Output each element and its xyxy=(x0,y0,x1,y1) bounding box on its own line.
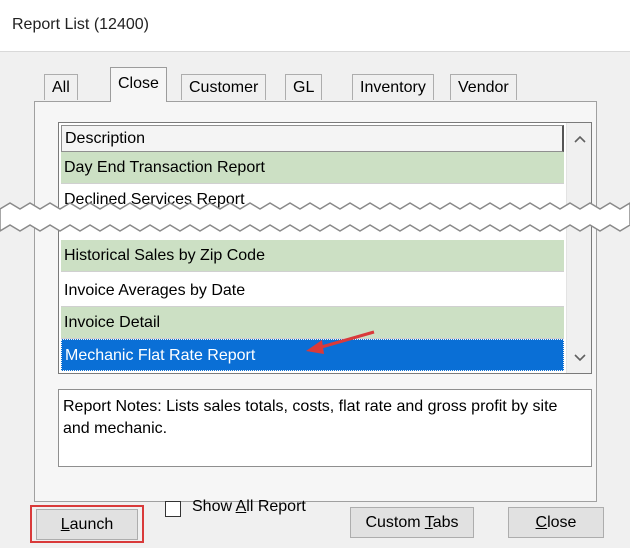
tab-gl[interactable]: GL xyxy=(285,74,323,100)
list-item[interactable]: Invoice Averages by Date xyxy=(61,275,564,307)
title-bar: Report List (12400) xyxy=(0,0,630,52)
launch-label: aunch xyxy=(69,516,114,533)
tab-close[interactable]: Close xyxy=(110,67,167,102)
torn-edge-divider xyxy=(0,202,630,232)
tab-inventory[interactable]: Inventory xyxy=(352,74,434,100)
close-label: lose xyxy=(547,514,577,531)
show-all-pre: Show xyxy=(192,498,236,515)
show-all-report-label[interactable]: Show All Report xyxy=(192,498,306,516)
annotation-arrow-icon xyxy=(306,330,375,354)
tab-vendor[interactable]: Vendor xyxy=(450,74,517,100)
show-all-accesskey: A xyxy=(235,498,247,515)
custom-tabs-pre: Custom xyxy=(365,514,425,531)
tab-all[interactable]: All xyxy=(44,74,78,100)
list-scrollbar[interactable] xyxy=(566,123,591,373)
custom-tabs-post: abs xyxy=(432,514,459,531)
report-notes: Report Notes: Lists sales totals, costs,… xyxy=(58,389,592,467)
custom-tabs-button[interactable]: Custom Tabs xyxy=(350,507,474,538)
list-item[interactable]: Historical Sales by Zip Code xyxy=(61,240,564,272)
tab-customer[interactable]: Customer xyxy=(181,74,267,100)
close-accesskey: C xyxy=(535,514,548,531)
custom-tabs-accesskey: T xyxy=(424,514,433,531)
report-list-window: Report List (12400) All Close Customer G… xyxy=(0,0,630,548)
description-column-header[interactable]: Description xyxy=(61,125,564,152)
launch-accesskey: L xyxy=(60,516,70,533)
scroll-up-icon[interactable] xyxy=(567,127,591,151)
launch-button[interactable]: Launch xyxy=(36,509,138,540)
close-button[interactable]: Close xyxy=(508,507,604,538)
window-title: Report List (12400) xyxy=(12,16,149,33)
show-all-report-checkbox[interactable] xyxy=(165,501,181,517)
scroll-down-icon[interactable] xyxy=(567,346,591,370)
list-item[interactable]: Day End Transaction Report xyxy=(61,152,564,184)
show-all-post: ll Report xyxy=(246,498,306,515)
